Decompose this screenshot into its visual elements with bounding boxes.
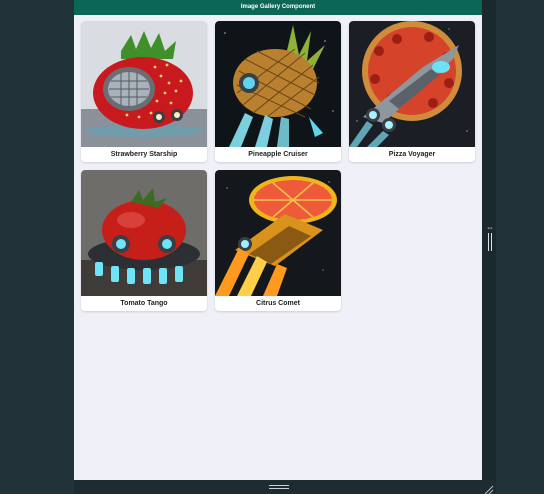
gallery-app: Image Gallery Component Strawberry Stars… xyxy=(74,0,482,480)
gallery-card-title: Tomato Tango xyxy=(120,300,168,307)
gallery-card-pizza-voyager[interactable]: Pizza Voyager xyxy=(349,21,475,162)
gallery-card-title: Citrus Comet xyxy=(256,300,300,307)
bottom-resize-bar[interactable] xyxy=(74,480,496,494)
resize-corner-icon[interactable] xyxy=(484,482,494,494)
preview-window: Image Gallery Component Strawberry Stars… xyxy=(0,0,544,494)
gallery-card-citrus-comet[interactable]: Citrus Comet xyxy=(215,170,341,311)
gallery-card-title: Pizza Voyager xyxy=(388,151,436,158)
page-title: Image Gallery Component xyxy=(74,0,482,15)
resize-arrows-icon: ⇔ xyxy=(486,223,494,232)
pizza-voyager-image[interactable] xyxy=(349,21,475,147)
gallery-card-strawberry-starship[interactable]: Strawberry Starship xyxy=(81,21,207,162)
citrus-comet-image[interactable] xyxy=(215,170,341,296)
gallery-card-title: Strawberry Starship xyxy=(110,151,178,158)
resize-bar-icon xyxy=(488,233,492,251)
gallery-card-title: Pineapple Cruiser xyxy=(248,151,308,158)
gallery-card-pineapple-cruiser[interactable]: Pineapple Cruiser xyxy=(215,21,341,162)
strawberry-starship-image[interactable] xyxy=(81,21,207,147)
pane-resize-handle[interactable]: ⇔ xyxy=(484,224,496,252)
grip-lines-icon xyxy=(269,485,289,489)
gallery-card-tomato-tango[interactable]: Tomato Tango xyxy=(81,170,207,311)
pineapple-cruiser-image[interactable] xyxy=(215,21,341,147)
tomato-tango-image[interactable] xyxy=(81,170,207,296)
